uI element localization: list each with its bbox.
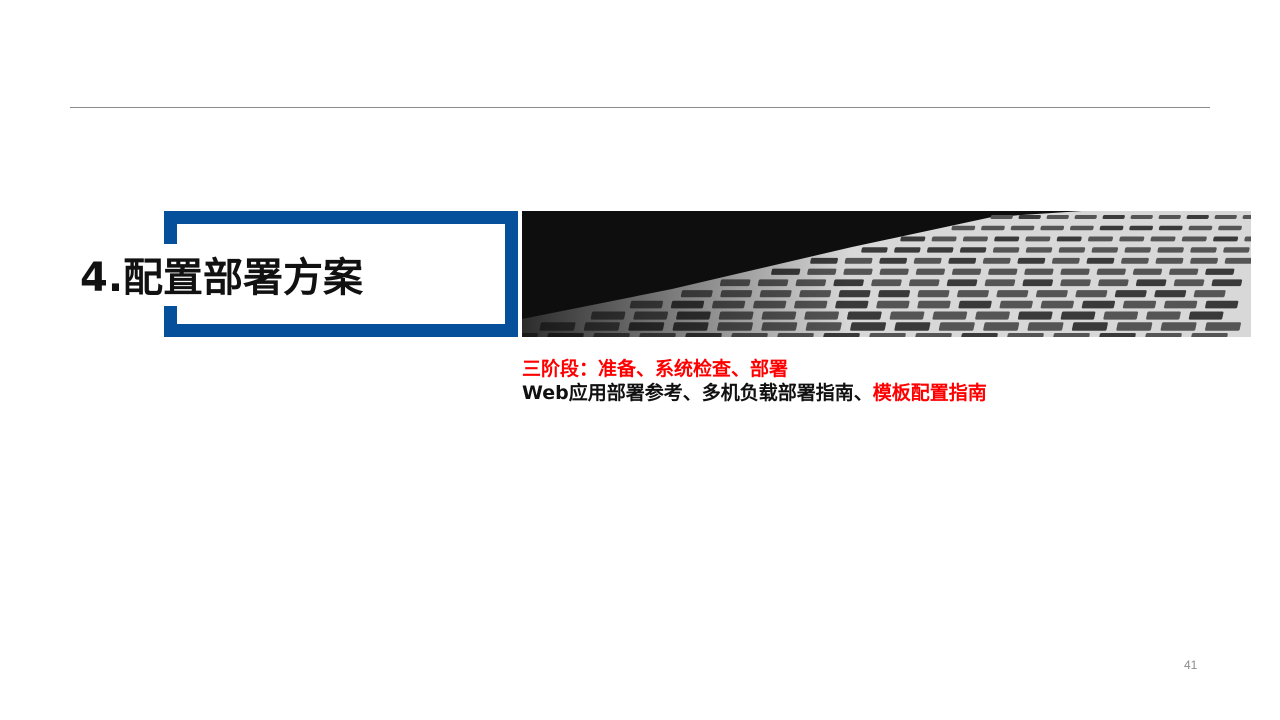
guides-highlight: 模板配置指南 [872, 382, 987, 404]
phases-line: 三阶段：准备、系统检查、部署 [522, 358, 789, 380]
guides-prefix: Web应用部署参考、多机负载部署指南、 [522, 382, 873, 404]
header-divider [70, 107, 1210, 108]
section-subtitle: 三阶段：准备、系统检查、部署 Web应用部署参考、多机负载部署指南、模板配置指南 [522, 357, 987, 405]
page-number: 41 [1184, 658, 1198, 672]
building-facade-image [522, 211, 1251, 337]
section-title: 4.配置部署方案 [80, 255, 364, 301]
guides-line: Web应用部署参考、多机负载部署指南、模板配置指南 [522, 381, 987, 405]
